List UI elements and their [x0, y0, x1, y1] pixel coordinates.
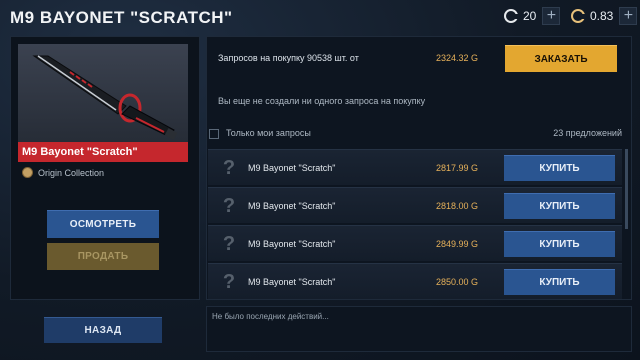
- collection-name: Origin Collection: [38, 167, 105, 178]
- unknown-item-icon: ?: [222, 233, 236, 255]
- listing-name: M9 Bayonet "Scratch": [248, 277, 336, 287]
- listing-price: 2850.00 G: [436, 277, 479, 287]
- listing-price: 2817.99 G: [436, 163, 479, 173]
- only-mine-label[interactable]: Только мои запросы: [226, 128, 311, 138]
- collection-info: Origin Collection: [22, 167, 104, 178]
- listing-price: 2849.99 G: [436, 239, 479, 249]
- listing-row: ? M9 Bayonet "Scratch" 2817.99 G КУПИТЬ: [208, 149, 622, 185]
- filter-row: Только мои запросы 23 предложений: [206, 127, 632, 141]
- listing-price: 2818.00 G: [436, 201, 479, 211]
- unknown-item-icon: ?: [222, 195, 236, 217]
- gold-icon: [571, 9, 586, 23]
- only-mine-checkbox[interactable]: [209, 129, 219, 139]
- buy-button[interactable]: КУПИТЬ: [504, 155, 615, 181]
- unknown-item-icon: ?: [222, 157, 236, 179]
- unknown-item-icon: ?: [222, 271, 236, 293]
- buy-button[interactable]: КУПИТЬ: [504, 193, 615, 219]
- listing-row: ? M9 Bayonet "Scratch" 2818.00 G КУПИТЬ: [208, 187, 622, 223]
- order-requests-text: Запросов на покупку 90538 шт. от: [218, 53, 359, 63]
- listing-row: ? M9 Bayonet "Scratch" 2850.00 G КУПИТЬ: [208, 263, 622, 299]
- collection-icon: [22, 167, 33, 178]
- credits-display: 20 +: [504, 5, 561, 27]
- offers-count: 23 предложений: [553, 128, 622, 138]
- buy-button[interactable]: КУПИТЬ: [504, 269, 615, 295]
- sell-button[interactable]: ПРОДАТЬ: [47, 243, 159, 270]
- buy-order-row: Запросов на покупку 90538 шт. от 2324.32…: [206, 44, 632, 74]
- item-image: [18, 44, 188, 144]
- view-button[interactable]: ОСМОТРЕТЬ: [47, 210, 159, 238]
- back-button[interactable]: НАЗАД: [44, 317, 162, 343]
- buy-button[interactable]: КУПИТЬ: [504, 231, 615, 257]
- credits-icon: [504, 9, 519, 23]
- no-requests-text: Вы еще не создали ни одного запроса на п…: [218, 96, 426, 106]
- listings-scrollbar[interactable]: [625, 149, 628, 229]
- item-name: M9 Bayonet "Scratch": [18, 142, 188, 162]
- log-empty-text: Не было последних действий...: [212, 312, 329, 321]
- add-credits-button[interactable]: +: [542, 7, 561, 25]
- knife-icon: [32, 55, 178, 140]
- listing-name: M9 Bayonet "Scratch": [248, 201, 336, 211]
- gold-display: 0.83 +: [571, 5, 638, 27]
- credits-value: 20: [523, 9, 537, 23]
- listing-name: M9 Bayonet "Scratch": [248, 163, 336, 173]
- page-title: M9 BAYONET "SCRATCH": [10, 8, 233, 27]
- order-button[interactable]: ЗАКАЗАТЬ: [505, 45, 617, 72]
- add-gold-button[interactable]: +: [619, 7, 638, 25]
- listing-name: M9 Bayonet "Scratch": [248, 239, 336, 249]
- gold-value: 0.83: [590, 9, 614, 23]
- listing-row: ? M9 Bayonet "Scratch" 2849.99 G КУПИТЬ: [208, 225, 622, 261]
- activity-log: Не было последних действий...: [206, 306, 632, 352]
- order-price: 2324.32 G: [436, 53, 479, 63]
